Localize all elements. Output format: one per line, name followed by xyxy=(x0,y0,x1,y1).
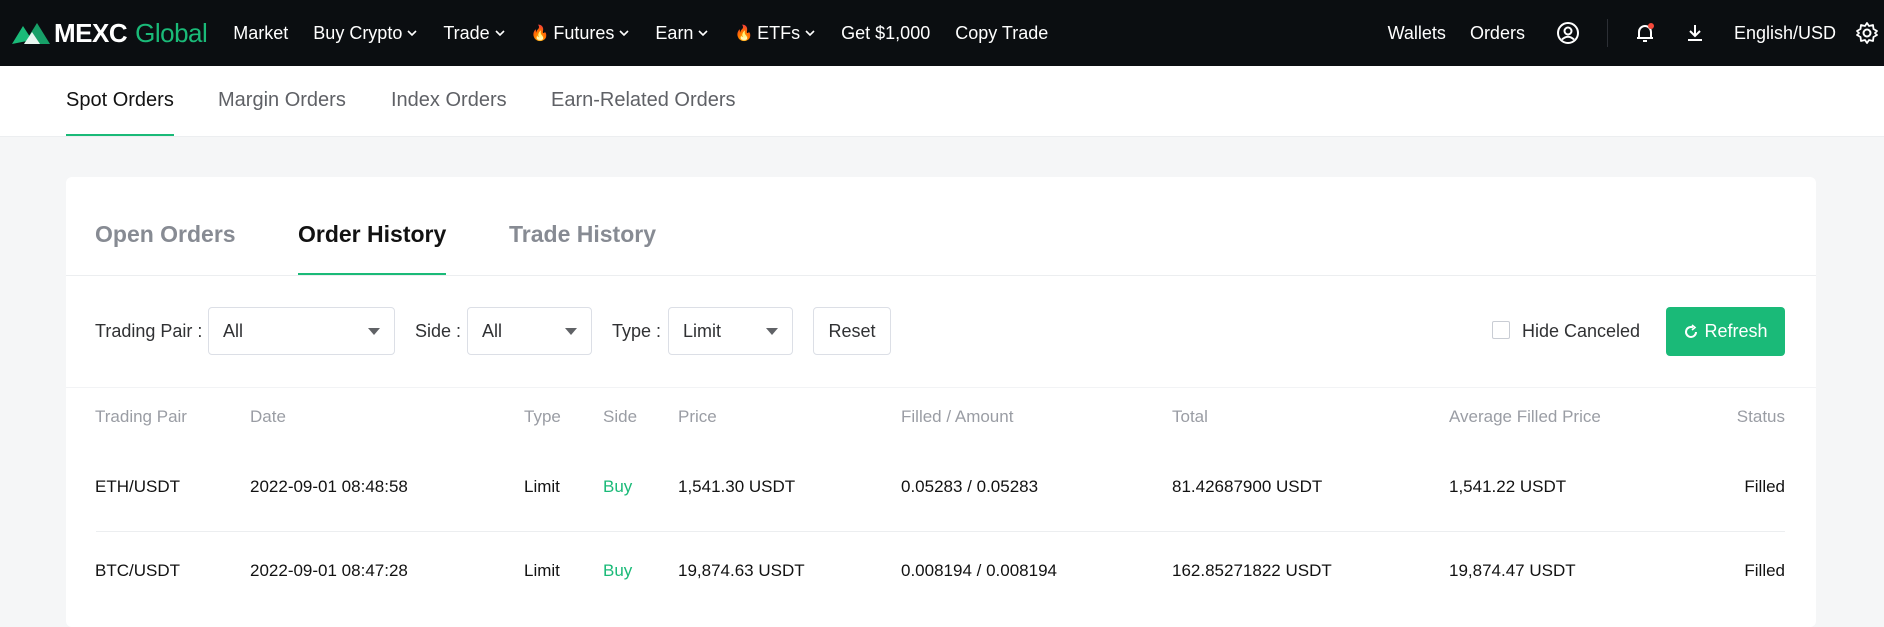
cell-filled-amount: 0.008194 / 0.008194 xyxy=(901,561,1057,580)
fire-icon: 🔥 xyxy=(734,25,754,42)
cell-side: Buy xyxy=(603,477,633,496)
cell-total: 81.42687900 USDT xyxy=(1172,477,1323,496)
language-currency-selector[interactable]: English/USD xyxy=(1734,23,1836,44)
nav-item-copy-trade[interactable]: Copy Trade xyxy=(955,23,1048,44)
cell-type: Limit xyxy=(524,561,560,580)
hide-canceled-checkbox[interactable] xyxy=(1492,321,1510,339)
logo-text-main: MEXC xyxy=(54,17,128,48)
wallets-link[interactable]: Wallets xyxy=(1388,23,1446,44)
cell-trading-pair: BTC/USDT xyxy=(95,561,180,580)
download-icon[interactable] xyxy=(1682,20,1708,46)
chevron-down-icon xyxy=(495,30,505,37)
account-icon[interactable] xyxy=(1555,20,1581,46)
side-select[interactable]: All xyxy=(467,307,592,355)
tab-order-history[interactable]: Order History xyxy=(298,221,447,276)
cell-filled-amount: 0.05283 / 0.05283 xyxy=(901,477,1039,496)
col-header-status: Status xyxy=(1736,407,1785,426)
tab-open-orders[interactable]: Open Orders xyxy=(95,221,236,276)
nav-item-etfs[interactable]: 🔥 ETFs xyxy=(734,23,816,44)
row-divider xyxy=(96,531,1785,532)
chevron-down-icon xyxy=(619,30,629,37)
right-nav: Wallets Orders English/USD xyxy=(1388,0,1884,66)
settings-gear-icon[interactable] xyxy=(1854,20,1880,46)
col-header-average-filled-price: Average Filled Price xyxy=(1449,407,1601,426)
caret-down-icon xyxy=(766,328,778,335)
trading-pair-label: Trading Pair : xyxy=(95,321,203,341)
nav-item-label: Get $1,000 xyxy=(841,22,931,43)
cell-average-filled-price: 19,874.47 USDT xyxy=(1449,561,1576,580)
cell-date: 2022-09-01 08:48:58 xyxy=(250,477,408,496)
col-header-price: Price xyxy=(678,407,717,426)
divider xyxy=(1606,19,1608,47)
trading-pair-select[interactable]: All xyxy=(208,307,395,355)
tab-spot-orders[interactable]: Spot Orders xyxy=(66,66,174,136)
chevron-down-icon xyxy=(698,30,709,37)
cell-status: Filled xyxy=(1744,477,1785,496)
main-nav: Market Buy Crypto Trade 🔥 Futures Earn 🔥 ETFs Ge… xyxy=(233,23,1073,44)
mexc-logo[interactable]: MEXC Global xyxy=(10,0,208,66)
tab-margin-orders[interactable]: Margin Orders xyxy=(218,66,346,136)
hide-canceled-label[interactable]: Hide Canceled xyxy=(1522,321,1640,342)
filter-divider xyxy=(66,387,1816,388)
refresh-icon xyxy=(1685,323,1698,338)
nav-item-label: Earn xyxy=(655,22,694,43)
order-category-tabs: Spot Orders Margin Orders Index Orders E… xyxy=(0,66,1884,137)
tab-index-orders[interactable]: Index Orders xyxy=(391,66,507,136)
notification-bell-icon[interactable] xyxy=(1632,20,1658,46)
col-header-date: Date xyxy=(250,407,286,426)
cell-total: 162.85271822 USDT xyxy=(1172,561,1332,580)
nav-item-label: ETFs xyxy=(757,22,801,43)
fire-icon: 🔥 xyxy=(530,25,550,42)
orders-panel: Open Orders Order History Trade History … xyxy=(66,177,1816,627)
tabs-divider xyxy=(66,275,1816,276)
caret-down-icon xyxy=(368,328,380,335)
type-select[interactable]: Limit xyxy=(668,307,793,355)
refresh-button[interactable]: Refresh xyxy=(1666,307,1785,356)
nav-item-get-1-000[interactable]: Get $1,000 xyxy=(841,23,930,44)
col-header-type: Type xyxy=(524,407,561,426)
nav-item-label: Market xyxy=(233,22,289,43)
nav-item-label: Futures xyxy=(553,22,615,43)
nav-item-trade[interactable]: Trade xyxy=(443,23,505,44)
tab-earn-related-orders[interactable]: Earn-Related Orders xyxy=(551,66,736,136)
cell-price: 1,541.30 USDT xyxy=(678,477,796,496)
cell-average-filled-price: 1,541.22 USDT xyxy=(1449,477,1567,496)
side-label: Side : xyxy=(415,321,462,341)
nav-item-label: Buy Crypto xyxy=(313,22,403,43)
col-header-total: Total xyxy=(1172,407,1208,426)
cell-date: 2022-09-01 08:47:28 xyxy=(250,561,408,580)
type-label: Type : xyxy=(612,321,662,341)
logo-text-accent: Global xyxy=(135,17,208,48)
col-header-filled-amount: Filled / Amount xyxy=(901,407,1014,426)
col-header-side: Side xyxy=(603,407,638,426)
nav-item-earn[interactable]: Earn xyxy=(655,23,709,44)
nav-item-label: Trade xyxy=(443,22,490,43)
cell-side: Buy xyxy=(603,561,633,580)
cell-price: 19,874.63 USDT xyxy=(678,561,805,580)
orders-link[interactable]: Orders xyxy=(1470,23,1525,44)
tab-trade-history[interactable]: Trade History xyxy=(509,221,656,276)
chevron-down-icon xyxy=(805,30,815,37)
nav-item-label: Copy Trade xyxy=(955,22,1049,43)
col-header-trading-pair: Trading Pair xyxy=(95,407,187,426)
nav-item-market[interactable]: Market xyxy=(233,23,288,44)
cell-status: Filled xyxy=(1744,561,1785,580)
nav-item-futures[interactable]: 🔥 Futures xyxy=(531,23,631,44)
caret-down-icon xyxy=(565,328,577,335)
mexc-logo-icon xyxy=(12,23,50,44)
chevron-down-icon xyxy=(407,30,417,37)
nav-item-buy-crypto[interactable]: Buy Crypto xyxy=(313,23,418,44)
cell-trading-pair: ETH/USDT xyxy=(95,477,180,496)
reset-button[interactable]: Reset xyxy=(813,307,891,355)
top-nav-bar: MEXC Global Market Buy Crypto Trade 🔥 Futures… xyxy=(0,0,1884,66)
cell-type: Limit xyxy=(524,477,560,496)
